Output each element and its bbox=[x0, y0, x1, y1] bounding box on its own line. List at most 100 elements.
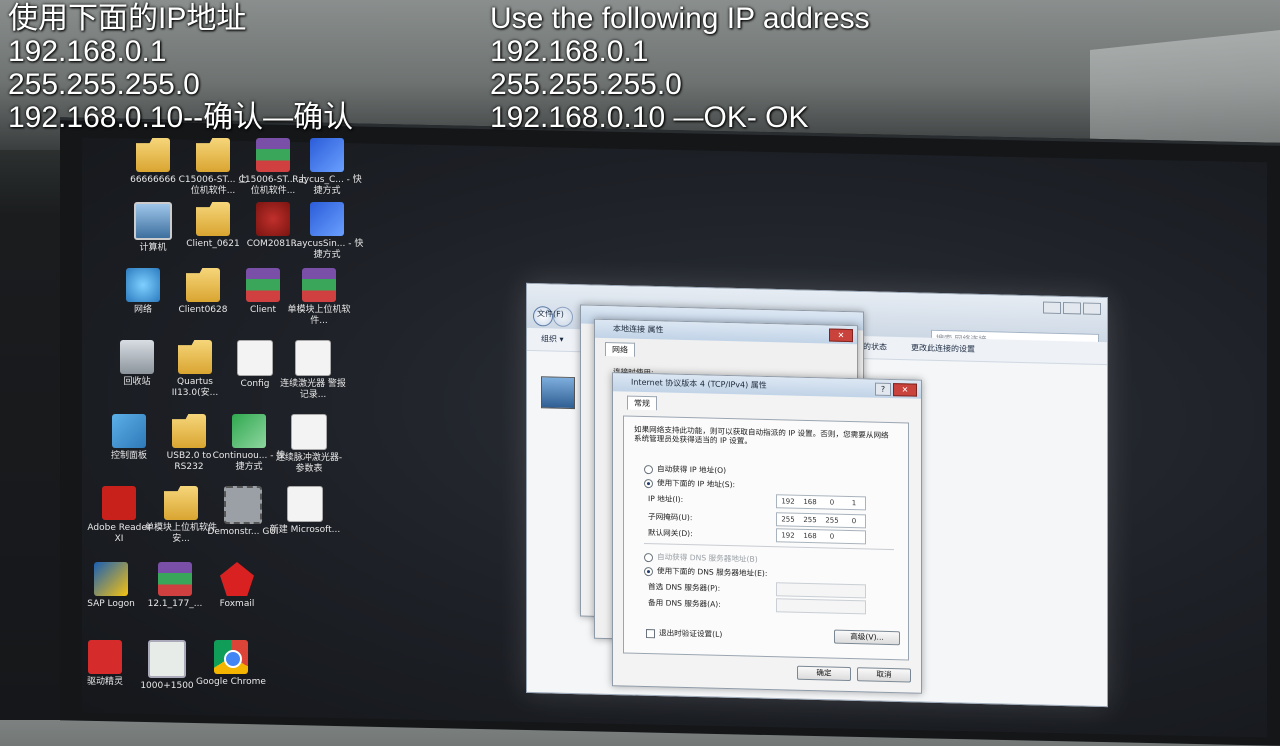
manual-dns-label: 使用下面的 DNS 服务器地址(E): bbox=[657, 566, 768, 579]
desktop-icon[interactable]: 连续激光器 警报记录... bbox=[276, 340, 350, 401]
minimize-button[interactable] bbox=[1043, 301, 1061, 314]
default-gateway-field[interactable]: 192 168 0 bbox=[776, 528, 866, 545]
desktop-icon-label: 回收站 bbox=[123, 377, 151, 387]
mask-octet[interactable]: 255 bbox=[799, 514, 821, 527]
desktop-icon-label: 网络 bbox=[133, 305, 152, 315]
tab-general[interactable]: 常规 bbox=[627, 395, 657, 411]
ok-button[interactable]: 确定 bbox=[797, 665, 851, 682]
desktop-icon[interactable]: Foxmail bbox=[200, 562, 274, 610]
dialog-title: 本地连接 属性 ✕ bbox=[595, 319, 857, 345]
desktop-icon-label: 66666666 bbox=[130, 175, 176, 185]
gateway-octet[interactable] bbox=[843, 531, 865, 544]
ipv4-properties-dialog: Internet 协议版本 4 (TCP/IPv4) 属性 ? ✕ 常规 如果网… bbox=[612, 372, 922, 694]
caption-cn-line1: 使用下面的IP地址 bbox=[8, 2, 247, 35]
document-icon bbox=[237, 340, 273, 376]
manual-dns-radio[interactable]: 使用下面的 DNS 服务器地址(E): bbox=[644, 565, 767, 579]
desktop-icon[interactable]: 新建 Microsoft... bbox=[268, 486, 342, 536]
desktop-icon-label: 驱动精灵 bbox=[86, 677, 123, 687]
red-app-icon bbox=[256, 202, 290, 236]
mask-octet[interactable]: 0 bbox=[843, 515, 865, 528]
rar-icon bbox=[158, 562, 192, 596]
cancel-button[interactable]: 取消 bbox=[857, 667, 911, 683]
desktop-icon-label: 连续脉冲激光器-参数表 bbox=[275, 453, 343, 474]
menu-file[interactable]: 文件(F) bbox=[537, 308, 564, 320]
preferred-dns-field[interactable] bbox=[776, 582, 866, 599]
radio-selected-icon bbox=[644, 566, 653, 576]
ip-octet[interactable]: 192 bbox=[777, 495, 799, 508]
caption-chinese: 使用下面的IP地址 192.168.0.1 255.255.255.0 192.… bbox=[8, 2, 353, 134]
desktop-icon-label: SAP Logon bbox=[87, 599, 135, 609]
alternate-dns-field[interactable] bbox=[776, 598, 866, 615]
foxmail-icon bbox=[220, 562, 254, 596]
alternate-dns-label: 备用 DNS 服务器(A): bbox=[648, 598, 721, 609]
mask-octet[interactable]: 255 bbox=[821, 514, 843, 527]
caption-english: Use the following IP address 192.168.0.1… bbox=[490, 2, 870, 134]
ip-octet[interactable]: 1 bbox=[843, 497, 865, 510]
gateway-octet[interactable]: 0 bbox=[821, 530, 843, 543]
app-icon bbox=[310, 202, 344, 236]
preferred-dns-label: 首选 DNS 服务器(P): bbox=[648, 582, 721, 593]
driver-icon bbox=[88, 640, 122, 674]
desktop-icon-label: Foxmail bbox=[219, 599, 255, 609]
help-button[interactable]: ? bbox=[875, 382, 891, 397]
desktop-icon[interactable]: RaycusSin... - 快捷方式 bbox=[290, 202, 364, 261]
desktop-icon[interactable]: SAP Logon bbox=[74, 562, 148, 610]
desktop-icon-label: Raycus_C... - 快捷方式 bbox=[292, 175, 362, 196]
status-action[interactable]: 的状态 bbox=[863, 341, 887, 353]
manual-ip-radio[interactable]: 使用下面的 IP 地址(S): bbox=[644, 477, 735, 490]
advanced-button[interactable]: 高级(V)... bbox=[834, 629, 900, 646]
close-icon[interactable]: ✕ bbox=[829, 328, 853, 343]
caption-cn-line2: 192.168.0.1 bbox=[8, 35, 167, 68]
caption-en-line2: 192.168.0.1 bbox=[490, 35, 649, 68]
organize-button[interactable]: 组织 ▾ bbox=[541, 333, 564, 345]
desktop-icon-label: Client_0621 bbox=[186, 239, 240, 249]
manual-ip-label: 使用下面的 IP 地址(S): bbox=[657, 478, 736, 490]
computer-icon bbox=[134, 202, 172, 240]
folder-icon bbox=[164, 486, 198, 520]
close-button[interactable] bbox=[1083, 302, 1101, 315]
gateway-octet[interactable]: 168 bbox=[799, 530, 821, 543]
chrome-icon bbox=[214, 640, 248, 674]
auto-dns-radio[interactable]: 自动获得 DNS 服务器地址(B) bbox=[644, 551, 758, 565]
green-app-icon bbox=[232, 414, 266, 448]
validate-on-exit-checkbox[interactable]: 退出时验证设置(L) bbox=[646, 627, 722, 640]
validate-label: 退出时验证设置(L) bbox=[659, 628, 723, 639]
tab-network[interactable]: 网络 bbox=[605, 342, 635, 357]
ip-octet[interactable]: 0 bbox=[821, 496, 843, 509]
desktop-icon[interactable]: 单模块上位机软件... bbox=[282, 268, 356, 327]
window-controls bbox=[1041, 298, 1101, 315]
sap-icon bbox=[94, 562, 128, 596]
rar-icon bbox=[256, 138, 290, 172]
desktop-icon[interactable]: Raycus_C... - 快捷方式 bbox=[290, 138, 364, 197]
change-settings-action[interactable]: 更改此连接的设置 bbox=[911, 342, 975, 355]
checkbox-icon bbox=[646, 628, 655, 638]
caption-en-line1: Use the following IP address bbox=[490, 2, 870, 35]
auto-ip-label: 自动获得 IP 地址(O) bbox=[657, 464, 727, 476]
network-adapter-icon[interactable] bbox=[541, 376, 575, 410]
desktop-icon-label: RaycusSin... - 快捷方式 bbox=[290, 239, 364, 260]
folder-icon bbox=[136, 138, 170, 172]
recycle-bin-icon bbox=[120, 340, 154, 374]
desktop-icon[interactable]: 1000+1500 bbox=[130, 640, 204, 692]
desktop-icon[interactable]: 连续脉冲激光器-参数表 bbox=[272, 414, 346, 475]
desktop-icon-label: Client0628 bbox=[178, 305, 228, 315]
desktop-icon-label: Quartus II13.0(安... bbox=[171, 377, 219, 398]
desktop-icon-label: 12.1_177_... bbox=[147, 599, 203, 609]
maximize-button[interactable] bbox=[1063, 302, 1081, 315]
auto-ip-radio[interactable]: 自动获得 IP 地址(O) bbox=[644, 463, 726, 476]
desktop-icon[interactable]: Google Chrome bbox=[194, 640, 268, 688]
document-icon bbox=[291, 414, 327, 450]
close-icon[interactable]: ✕ bbox=[893, 383, 917, 397]
folder-icon bbox=[178, 340, 212, 374]
mask-octet[interactable]: 255 bbox=[777, 513, 799, 526]
subnet-mask-label: 子网掩码(U): bbox=[648, 512, 693, 523]
network-icon bbox=[126, 268, 160, 302]
caption-cn-line3: 255.255.255.0 bbox=[8, 68, 200, 101]
ip-address-field[interactable]: 192 168 0 1 bbox=[776, 494, 866, 511]
ip-octet[interactable]: 168 bbox=[799, 496, 821, 509]
auto-dns-label: 自动获得 DNS 服务器地址(B) bbox=[657, 552, 758, 564]
subnet-mask-field[interactable]: 255 255 255 0 bbox=[776, 512, 866, 529]
desktop-icon-label: Config bbox=[240, 379, 270, 389]
document-icon bbox=[287, 486, 323, 522]
gateway-octet[interactable]: 192 bbox=[777, 529, 799, 542]
